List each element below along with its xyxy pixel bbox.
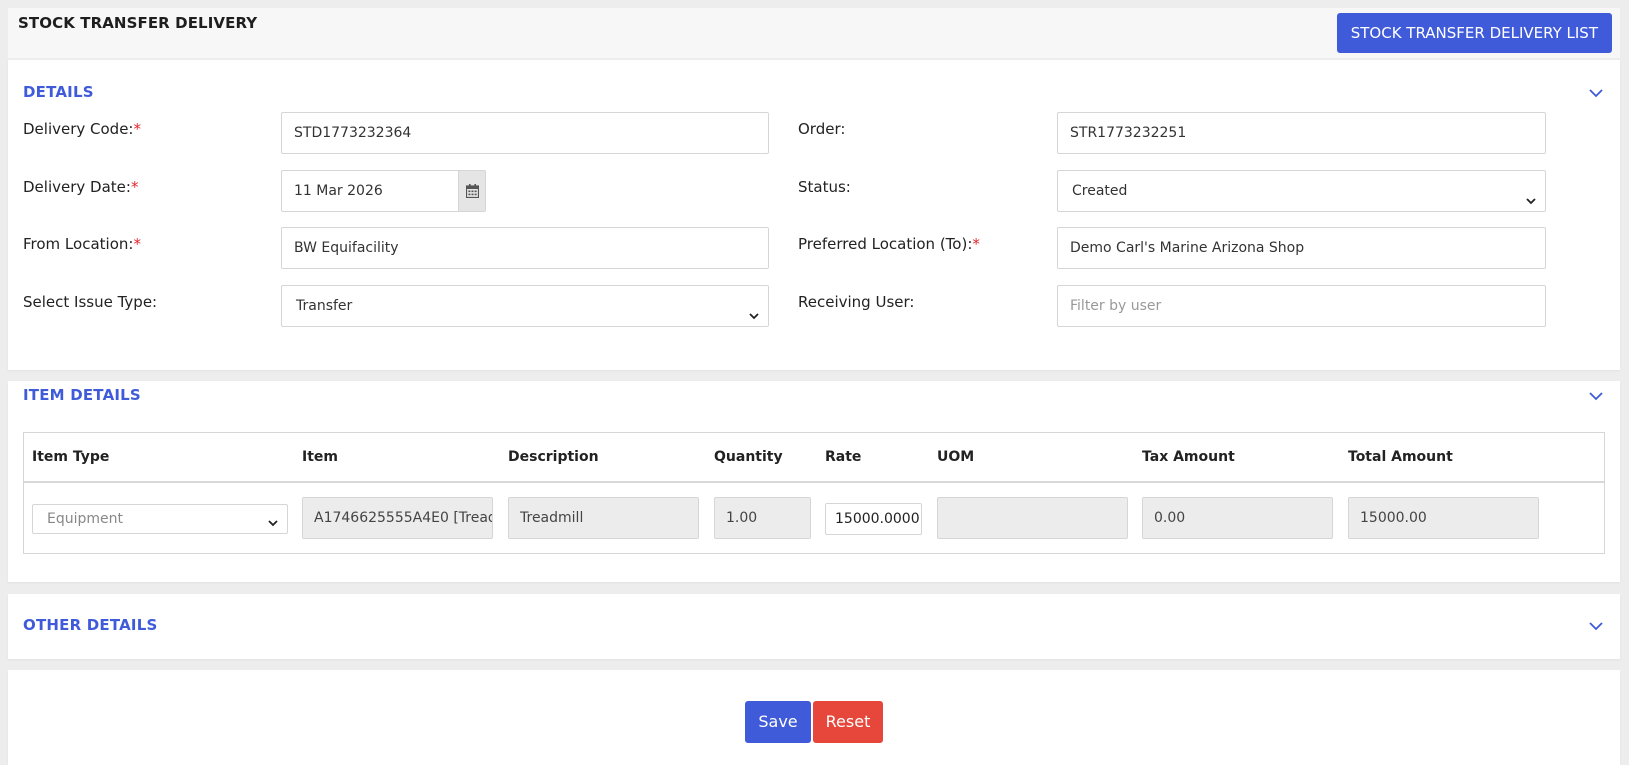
details-section: DETAILS Delivery Code:* STD1773232364 Or…: [8, 60, 1620, 370]
order-input[interactable]: STR1773232251: [1057, 112, 1546, 154]
calendar-icon: [466, 184, 479, 198]
item-type-value: Equipment: [47, 511, 123, 527]
uom-input[interactable]: [937, 497, 1128, 539]
table-header-row: Item Type Item Description Quantity Rate…: [24, 433, 1604, 483]
page-title: STOCK TRANSFER DELIVERY: [18, 14, 258, 32]
status-select[interactable]: Created: [1057, 170, 1546, 212]
issue-type-label: Select Issue Type:: [23, 293, 158, 311]
item-details-section-title[interactable]: ITEM DETAILS: [23, 386, 141, 404]
column-header-rate: Rate: [825, 449, 862, 465]
form-actions: Save Reset: [8, 670, 1620, 765]
receiving-user-input[interactable]: Filter by user: [1057, 285, 1546, 327]
select-arrow-icon: [267, 512, 279, 527]
chevron-down-icon[interactable]: [1588, 618, 1604, 634]
from-location-label: From Location:*: [23, 235, 141, 253]
total-amount-input[interactable]: 15000.00: [1348, 497, 1539, 539]
preferred-location-label: Preferred Location (To):*: [798, 235, 980, 253]
from-location-input[interactable]: BW Equifacility: [281, 227, 769, 269]
issue-type-value: Transfer: [296, 298, 353, 314]
quantity-input[interactable]: 1.00: [714, 497, 811, 539]
other-details-section: OTHER DETAILS: [8, 594, 1620, 659]
column-header-quantity: Quantity: [714, 449, 783, 465]
column-header-description: Description: [508, 449, 599, 465]
order-label: Order:: [798, 120, 846, 138]
status-value: Created: [1072, 183, 1128, 199]
select-arrow-icon: [1525, 184, 1537, 205]
column-header-uom: UOM: [937, 449, 975, 465]
reset-button[interactable]: Reset: [813, 701, 883, 743]
issue-type-select[interactable]: Transfer: [281, 285, 769, 327]
column-header-tax-amount: Tax Amount: [1142, 449, 1235, 465]
preferred-location-input[interactable]: Demo Carl's Marine Arizona Shop: [1057, 227, 1546, 269]
stock-transfer-delivery-list-button[interactable]: STOCK TRANSFER DELIVERY LIST: [1336, 13, 1612, 53]
details-section-title[interactable]: DETAILS: [23, 83, 94, 101]
select-arrow-icon: [748, 299, 760, 320]
item-details-section: ITEM DETAILS Item Type Item Description …: [8, 381, 1620, 582]
page-header: STOCK TRANSFER DELIVERY STOCK TRANSFER D…: [8, 8, 1620, 58]
item-type-select[interactable]: Equipment: [32, 504, 288, 534]
item-input[interactable]: A1746625555A4E0 [Tread: [302, 497, 493, 539]
tax-amount-input[interactable]: 0.00: [1142, 497, 1333, 539]
delivery-date-input[interactable]: 11 Mar 2026: [281, 170, 459, 212]
other-details-section-title[interactable]: OTHER DETAILS: [23, 616, 157, 634]
delivery-code-input[interactable]: STD1773232364: [281, 112, 769, 154]
calendar-button[interactable]: [458, 170, 486, 212]
chevron-down-icon[interactable]: [1588, 388, 1604, 404]
status-label: Status:: [798, 178, 851, 196]
delivery-code-label: Delivery Code:*: [23, 120, 141, 138]
delivery-date-label: Delivery Date:*: [23, 178, 139, 196]
column-header-item: Item: [302, 449, 338, 465]
column-header-total-amount: Total Amount: [1348, 449, 1453, 465]
receiving-user-label: Receiving User:: [798, 293, 915, 311]
chevron-down-icon[interactable]: [1588, 85, 1604, 101]
items-table: Item Type Item Description Quantity Rate…: [23, 432, 1605, 554]
rate-input[interactable]: 15000.0000: [825, 503, 922, 535]
column-header-item-type: Item Type: [32, 449, 110, 465]
save-button[interactable]: Save: [745, 701, 811, 743]
description-input[interactable]: Treadmill: [508, 497, 699, 539]
